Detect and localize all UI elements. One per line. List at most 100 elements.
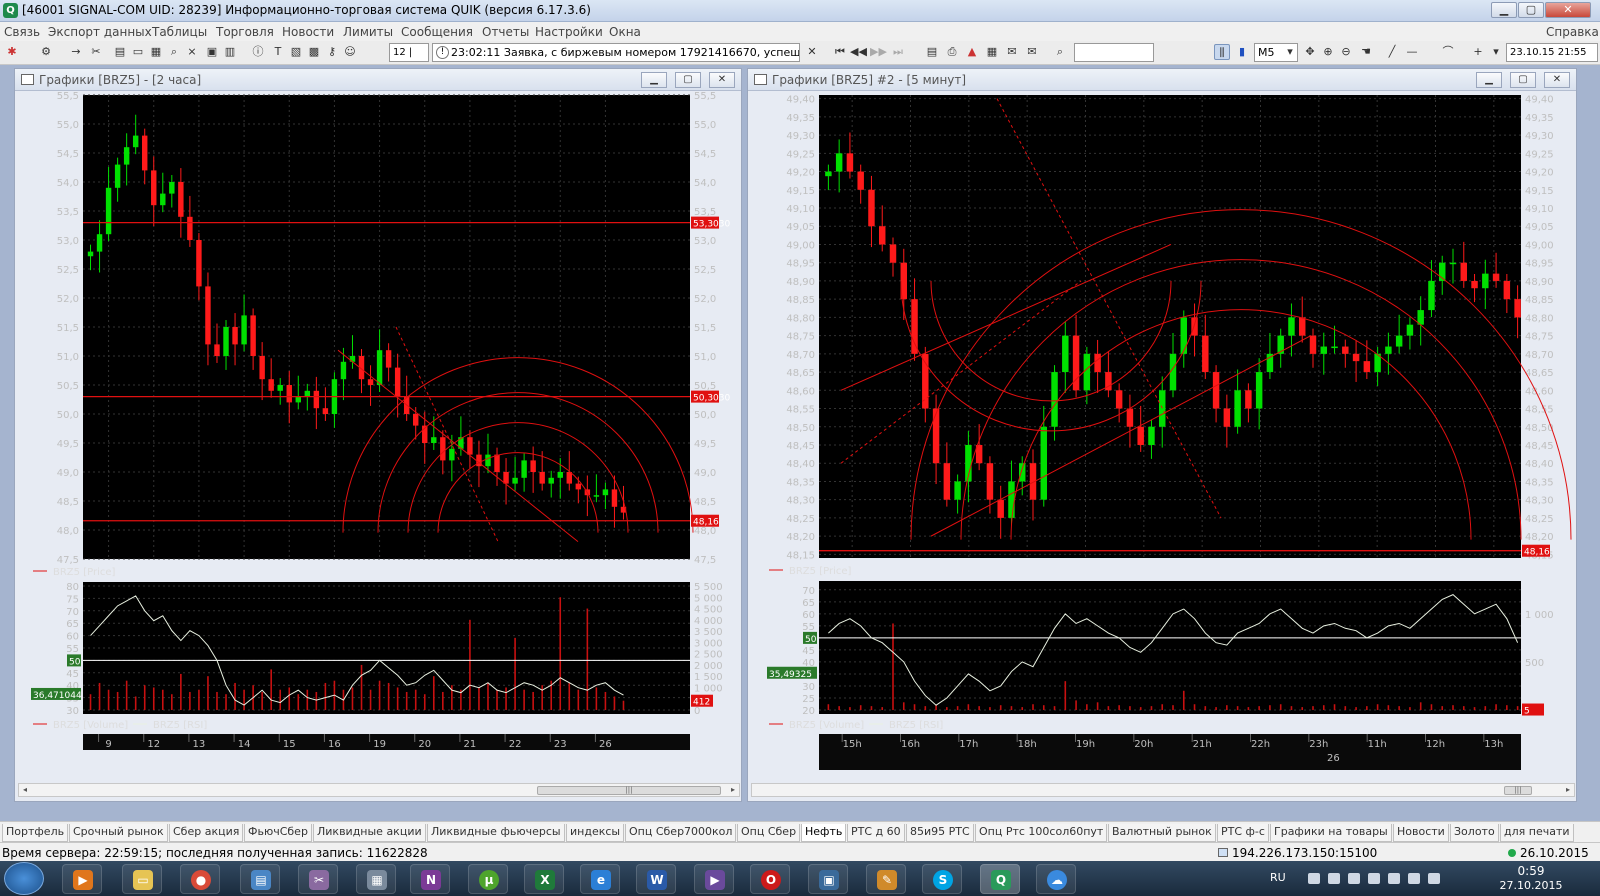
menu-export[interactable]: Экспорт данных [48, 25, 152, 39]
crosshair-icon[interactable]: + [1470, 44, 1486, 60]
chart-canvas-5m[interactable]: 49,40 49,40 49,35 49,35 49,30 49,30 49,25 49,25… [751, 92, 1575, 780]
menu-trading[interactable]: Торговля [216, 25, 274, 39]
minimize-button[interactable]: ▁ [641, 72, 667, 88]
explorer-icon[interactable]: ▭ [122, 864, 162, 894]
utorrent-icon[interactable]: µ [468, 864, 508, 894]
tab-2[interactable]: Сбер акция [169, 824, 244, 842]
menu-tables[interactable]: Таблицы [152, 25, 207, 39]
word-icon[interactable]: W [636, 864, 676, 894]
app-icon-5[interactable]: ✂ [298, 864, 338, 894]
tray-icon-2[interactable] [1348, 873, 1360, 884]
text-icon[interactable]: T [270, 44, 286, 60]
scroll-left-icon[interactable]: ◂ [23, 785, 27, 794]
language-indicator[interactable]: RU [1270, 871, 1286, 884]
arc-icon[interactable]: ⌒ [1440, 44, 1456, 60]
menu-messages[interactable]: Сообщения [401, 25, 473, 39]
scroll-right-icon[interactable]: ▸ [731, 785, 735, 794]
cloud-icon[interactable]: ☁ [1036, 864, 1076, 894]
order-icon[interactable]: ▣ [204, 44, 220, 60]
message-dropdown[interactable]: ! 23:02:11 Заявка, с биржевым номером 179… [432, 43, 800, 62]
grid-icon[interactable]: ▦ [148, 44, 164, 60]
maximize-button[interactable]: ▢ [1518, 2, 1544, 18]
tab-18[interactable]: для печати [1500, 824, 1574, 842]
info-icon[interactable]: ⓘ [250, 44, 266, 60]
zoom-out-icon[interactable]: ⊖ [1338, 44, 1354, 60]
datetime-field[interactable]: 23.10.15 21:55 [1506, 43, 1598, 62]
quik-taskbar-icon[interactable]: Q [980, 864, 1020, 894]
tab-12[interactable]: Опц Ртс 100сол60пут [975, 824, 1108, 842]
mail-icon[interactable]: ✉ [1004, 44, 1020, 60]
minimize-button[interactable]: ▁ [1476, 72, 1502, 88]
scroll-thumb[interactable]: ||| [1504, 786, 1532, 795]
visual-studio-icon[interactable]: ▶ [694, 864, 734, 894]
email-icon[interactable]: ✉ [1024, 44, 1040, 60]
tab-3[interactable]: ФьючСбер [244, 824, 312, 842]
menu-help[interactable]: Справка [1546, 25, 1599, 39]
tab-16[interactable]: Новости [1393, 824, 1449, 842]
tab-5[interactable]: Ликвидные фьючерсы [427, 824, 565, 842]
close-button[interactable]: ✕ [709, 72, 735, 88]
calc-icon[interactable]: ▩ [306, 44, 322, 60]
search-input[interactable] [1074, 43, 1154, 62]
scroll-thumb[interactable]: ||| [537, 786, 721, 795]
save-icon[interactable]: ▦ [984, 44, 1000, 60]
tab-8[interactable]: Опц Сбер [737, 824, 801, 842]
tab-0[interactable]: Портфель [2, 824, 69, 842]
book-icon[interactable]: ▧ [288, 44, 304, 60]
excel-icon[interactable]: X [524, 864, 564, 894]
alert-icon[interactable]: ▲ [964, 44, 980, 60]
first-icon[interactable]: ⏮ [832, 44, 848, 60]
candle-icon[interactable]: ⫼ [1214, 44, 1230, 60]
scroll-right-icon[interactable]: ▸ [1566, 785, 1570, 794]
connect-icon[interactable]: ✱ [4, 44, 20, 60]
window-icon[interactable]: ▭ [130, 44, 146, 60]
app-icon-14[interactable]: ▣ [808, 864, 848, 894]
search-icon[interactable]: ⌕ [1052, 44, 1068, 60]
chevron-down-icon[interactable]: ▾ [1282, 44, 1298, 60]
trendline-icon[interactable]: ╱ [1384, 44, 1400, 60]
next-icon[interactable]: ▶▶ [870, 44, 887, 60]
tab-10[interactable]: РТС д 60 [847, 824, 905, 842]
lock-icon[interactable]: ⚷ [324, 44, 340, 60]
tray-icon-3[interactable] [1368, 873, 1380, 884]
start-button[interactable] [4, 862, 44, 895]
close-button[interactable]: ✕ [1545, 2, 1591, 18]
tab-13[interactable]: Валютный рынок [1108, 824, 1216, 842]
prev-icon[interactable]: ◀◀ [850, 44, 867, 60]
export-icon[interactable]: ▤ [924, 44, 940, 60]
bar-chart-icon[interactable]: ▮ [1234, 44, 1250, 60]
table-icon[interactable]: ▤ [112, 44, 128, 60]
menu-limits[interactable]: Лимиты [343, 25, 393, 39]
onenote-icon[interactable]: N [410, 864, 450, 894]
quote-icon[interactable]: ⚙ [38, 44, 54, 60]
maximize-button[interactable]: ▢ [1510, 72, 1536, 88]
calculator-icon[interactable]: ▦ [356, 864, 396, 894]
menu-svyaz[interactable]: Связь [4, 25, 40, 39]
horizontal-scrollbar[interactable]: ◂ ||| ▸ [18, 783, 740, 797]
find-icon[interactable]: ⌕ [166, 44, 182, 60]
chart-canvas-2h[interactable]: 55,5 55,5 55,0 55,0 54,5 54,5 54,0 54,0 53,5 53,5… [18, 92, 740, 780]
last-icon[interactable]: ⏭ [890, 44, 906, 60]
ie-icon[interactable]: e [580, 864, 620, 894]
hline-icon[interactable]: — [1404, 44, 1420, 60]
opera-icon[interactable]: O [750, 864, 790, 894]
tab-1[interactable]: Срочный рынок [69, 824, 168, 842]
tray-icon-4[interactable] [1388, 873, 1400, 884]
maximize-button[interactable]: ▢ [675, 72, 701, 88]
tab-11[interactable]: 85и95 РТС [906, 824, 974, 842]
tab-14[interactable]: РТС ф-с [1217, 824, 1269, 842]
tab-4[interactable]: Ликвидные акции [313, 824, 426, 842]
chart-icon[interactable]: ▥ [222, 44, 238, 60]
clock-time[interactable]: 0:59 [1496, 864, 1566, 878]
media-player-icon[interactable]: ▶ [62, 864, 102, 894]
chevron-down-icon-2[interactable]: ▾ [1488, 44, 1504, 60]
menu-settings[interactable]: Настройки [535, 25, 603, 39]
menu-news[interactable]: Новости [282, 25, 334, 39]
tab-9[interactable]: Нефть [801, 824, 847, 842]
clock-date[interactable]: 27.10.2015 [1496, 879, 1566, 892]
volume-icon[interactable] [1408, 873, 1420, 884]
print-icon[interactable]: ⎙ [944, 44, 960, 60]
chrome-icon[interactable]: ● [180, 864, 220, 894]
chevron-up-icon[interactable] [1308, 873, 1320, 884]
cut-icon[interactable]: ✂ [88, 44, 104, 60]
